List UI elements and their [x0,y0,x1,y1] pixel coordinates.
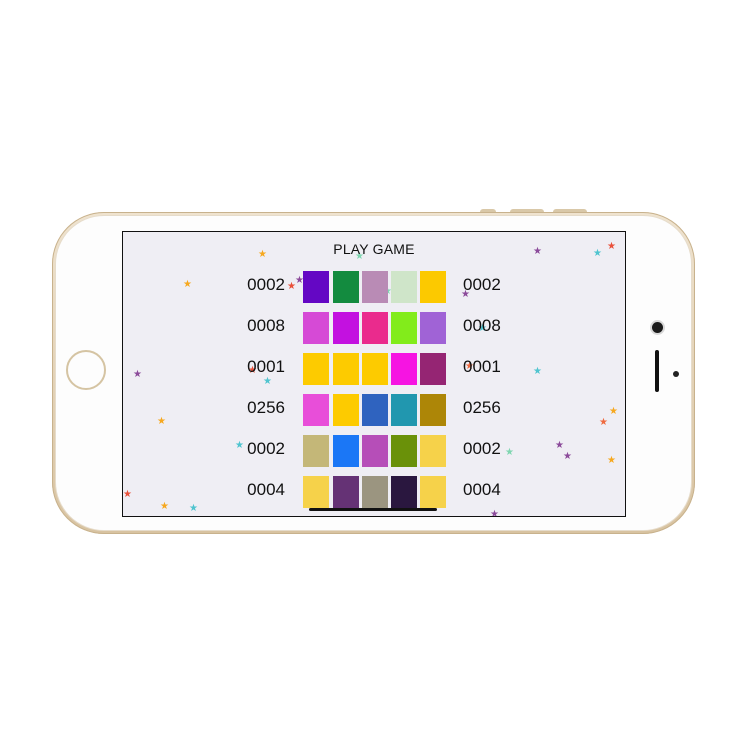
game-screen: ★★★★★★★★★★★★★★★★★★★★★★★★★★★★★★ PLAY GAME… [122,231,626,517]
game-row: 0002 0002 [123,435,625,467]
game-row: 0001 0001 [123,353,625,385]
color-tile[interactable] [420,476,446,508]
color-tile[interactable] [333,312,359,344]
proximity-sensor [673,371,679,377]
color-tile[interactable] [362,271,388,303]
game-row: 0008 0008 [123,312,625,344]
left-score: 0002 [247,275,285,294]
game-row: 0004 0004 [123,476,625,508]
page-title[interactable]: PLAY GAME [123,241,625,257]
color-tile[interactable] [303,394,329,426]
color-tile[interactable] [420,353,446,385]
color-tile[interactable] [362,394,388,426]
left-score: 0256 [247,398,285,417]
color-tile[interactable] [333,271,359,303]
color-tile[interactable] [362,312,388,344]
color-tile[interactable] [333,353,359,385]
right-score: 0256 [463,398,501,417]
color-tile[interactable] [362,353,388,385]
color-tile[interactable] [362,435,388,467]
left-score: 0008 [247,316,285,335]
home-button[interactable] [66,350,106,390]
color-tile[interactable] [420,312,446,344]
color-tile[interactable] [303,476,329,508]
color-tile[interactable] [303,435,329,467]
left-score: 0004 [247,480,285,499]
color-tile[interactable] [303,312,329,344]
right-score: 0002 [463,275,501,294]
color-tile[interactable] [391,394,417,426]
color-tile[interactable] [303,271,329,303]
front-camera-icon [652,322,663,333]
color-tile[interactable] [420,435,446,467]
color-tile[interactable] [362,476,388,508]
home-indicator [309,508,437,511]
color-tile[interactable] [391,312,417,344]
color-tile[interactable] [333,394,359,426]
color-tile[interactable] [391,476,417,508]
color-tile[interactable] [391,435,417,467]
left-score: 0002 [247,439,285,458]
color-tile[interactable] [391,271,417,303]
color-tile[interactable] [420,271,446,303]
right-score: 0008 [463,316,501,335]
right-score: 0004 [463,480,501,499]
right-score: 0001 [463,357,501,376]
left-score: 0001 [247,357,285,376]
star-icon: ★ [490,509,499,517]
color-tile[interactable] [391,353,417,385]
color-tile[interactable] [420,394,446,426]
color-tile[interactable] [333,435,359,467]
speaker-grille [655,350,659,392]
color-tile[interactable] [333,476,359,508]
game-row: 0002 0002 [123,271,625,303]
game-row: 0256 0256 [123,394,625,426]
color-tile[interactable] [303,353,329,385]
right-score: 0002 [463,439,501,458]
